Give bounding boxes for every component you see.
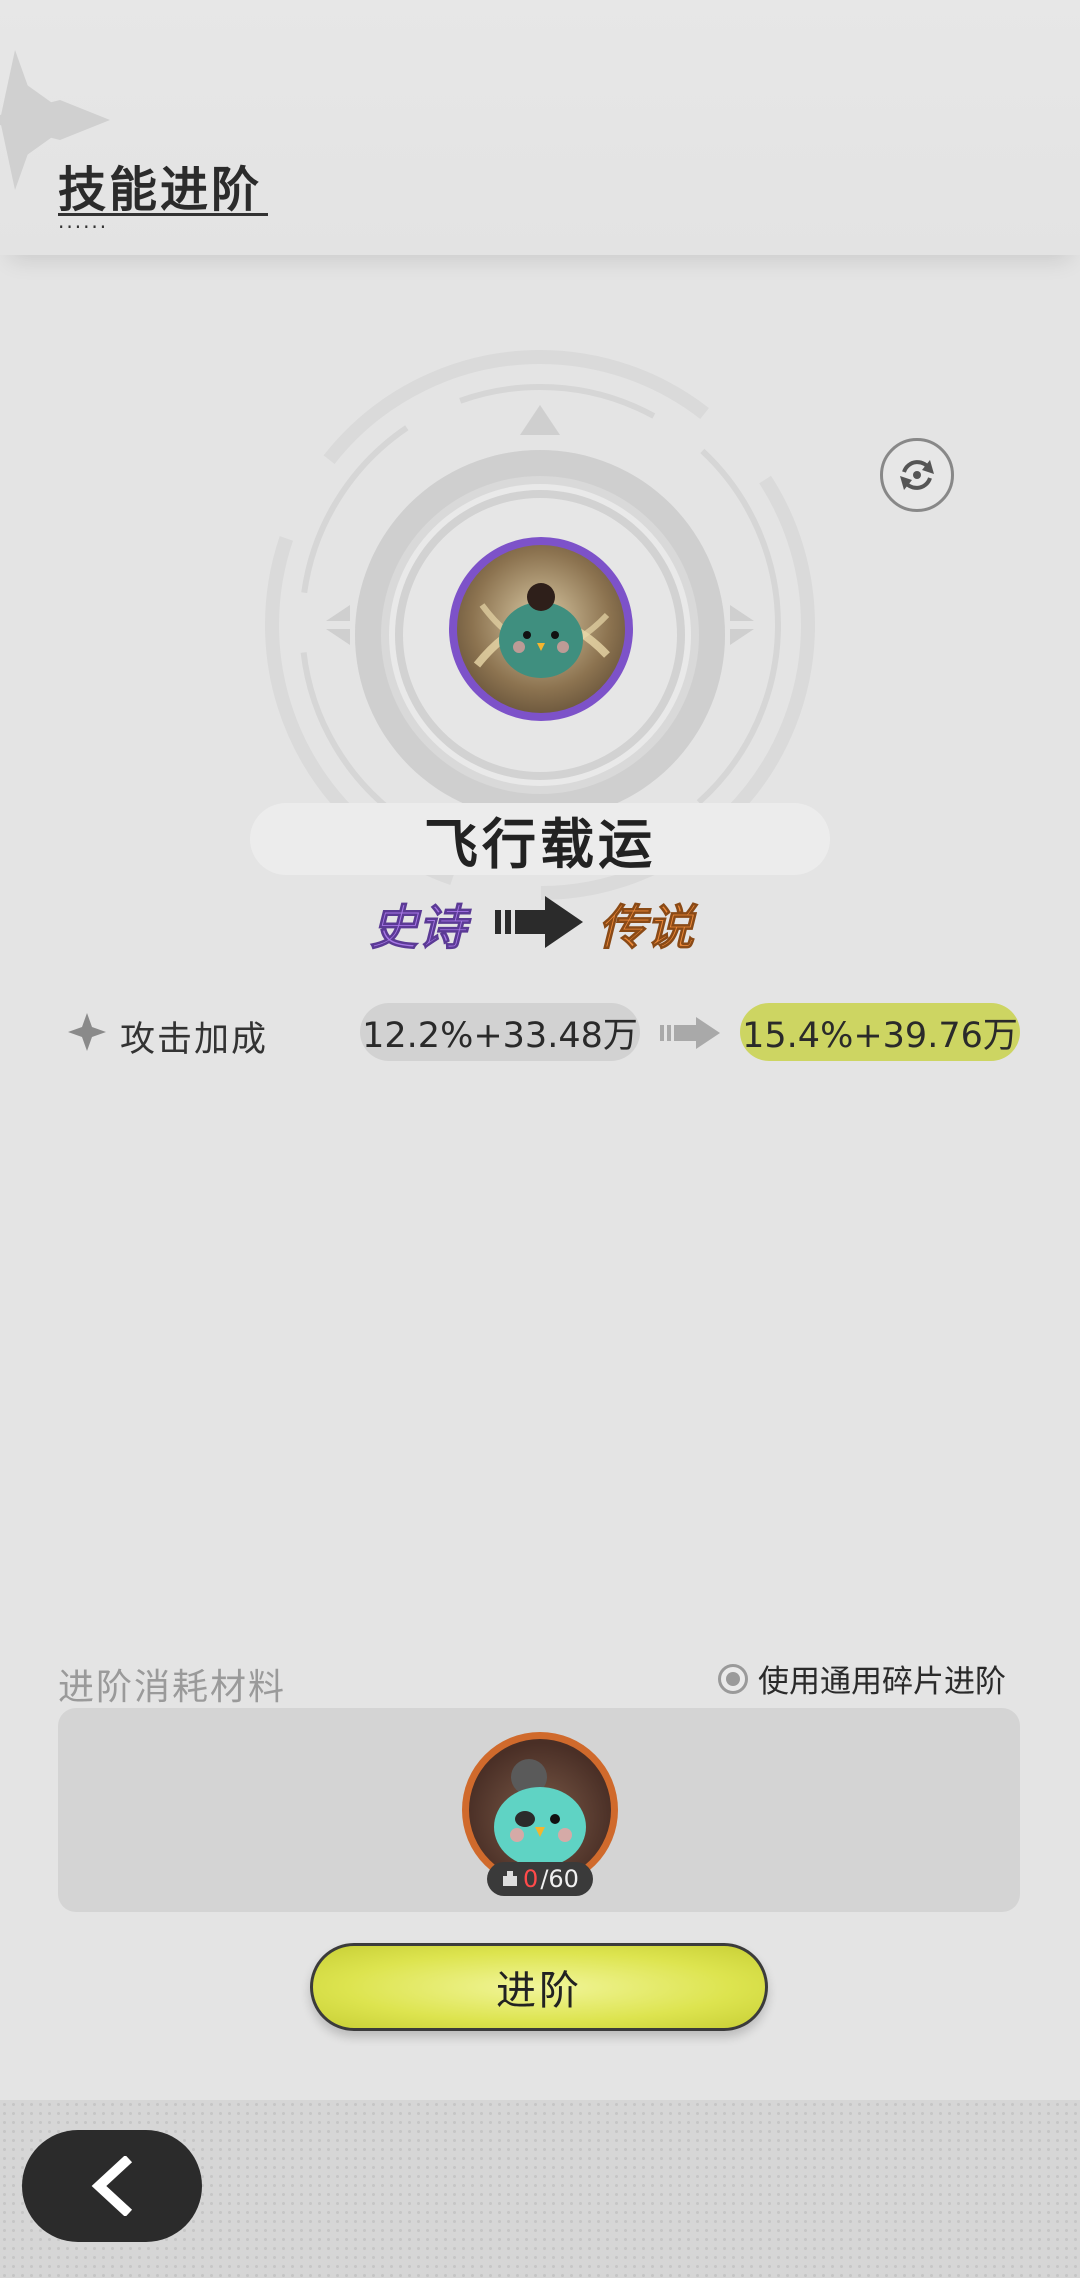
page-title: 技能进阶 — [58, 162, 263, 218]
material-have-count: 0 — [523, 1865, 539, 1893]
rarity-to: 传说 — [597, 900, 695, 957]
back-button[interactable] — [22, 2130, 202, 2242]
refresh-button[interactable] — [880, 438, 954, 512]
arrow-right-icon — [660, 1017, 720, 1049]
rarity-change: 史诗 传说 — [369, 888, 710, 958]
stat-current-value: 12.2%+33.48万 — [360, 1003, 640, 1061]
stat-label: 攻击加成 — [120, 1020, 269, 1060]
refresh-icon — [900, 460, 934, 490]
sparkle-icon — [68, 1013, 106, 1051]
skill-name: 飞行载运 — [250, 803, 830, 876]
rarity-from: 史诗 — [369, 900, 467, 957]
flying-bird-icon — [449, 537, 633, 721]
materials-title: 进阶消耗材料 — [58, 1667, 287, 1708]
radio-icon[interactable] — [718, 1663, 748, 1694]
stat-next-value: 15.4%+39.76万 — [740, 1003, 1020, 1061]
arrow-right-icon — [495, 896, 583, 948]
use-common-shards-label: 使用通用碎片进阶 — [758, 1664, 1006, 1700]
title-dots: ······ — [58, 215, 109, 239]
material-count-badge: 0/60 — [487, 1862, 593, 1896]
chevron-left-icon — [91, 2156, 133, 2216]
advance-button[interactable]: 进阶 — [310, 1943, 768, 2031]
material-need-count: /60 — [540, 1865, 579, 1893]
shard-icon — [503, 1871, 518, 1886]
use-common-shards-toggle[interactable]: 使用通用碎片进阶 — [718, 1656, 1006, 1701]
